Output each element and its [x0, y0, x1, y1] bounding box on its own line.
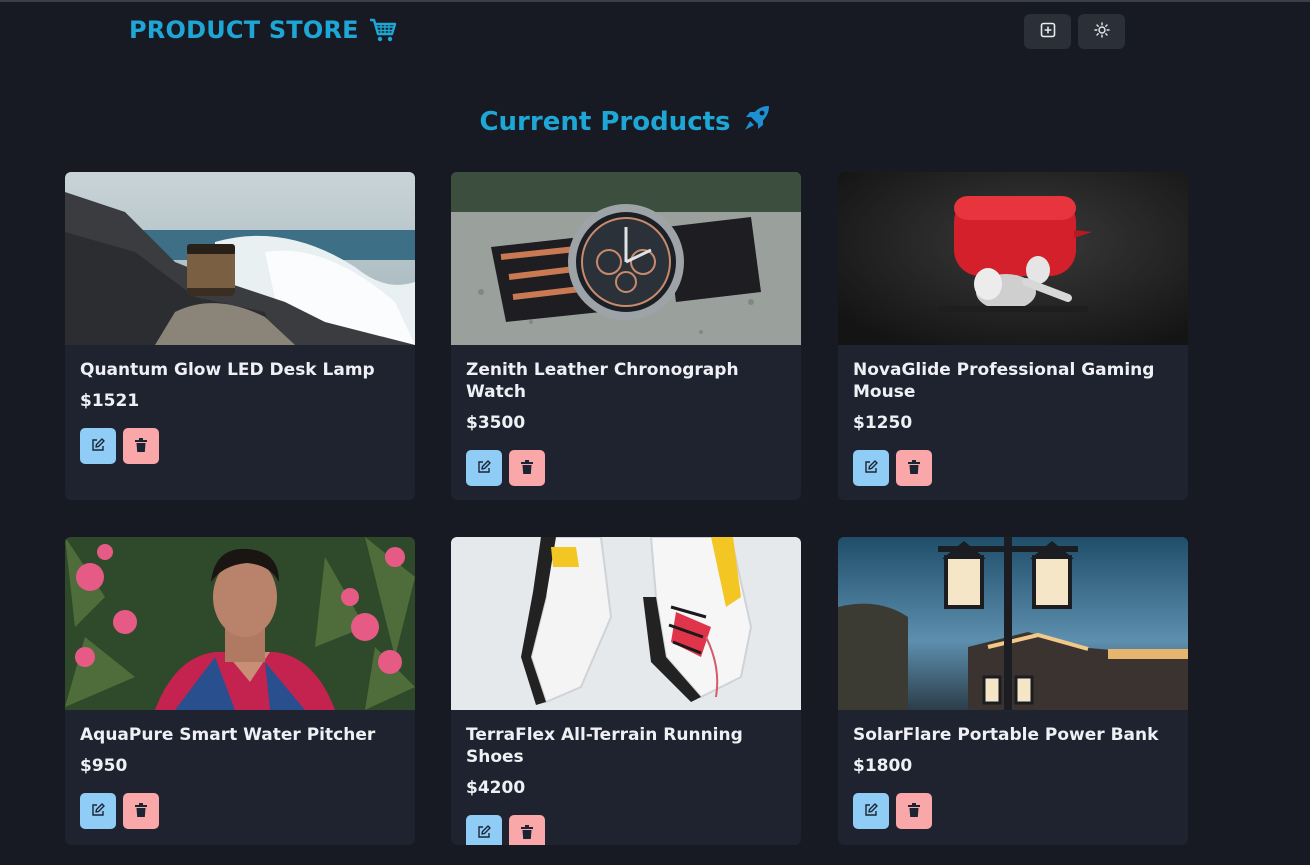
delete-button[interactable]	[123, 793, 159, 829]
edit-icon	[477, 824, 491, 843]
edit-icon	[477, 459, 491, 478]
product-card: Quantum Glow LED Desk Lamp $1521	[65, 172, 415, 500]
product-name: SolarFlare Portable Power Bank	[853, 725, 1159, 745]
navbar: PRODUCT STORE	[0, 0, 1310, 64]
theme-toggle-button[interactable]	[1078, 14, 1125, 49]
delete-button[interactable]	[896, 450, 932, 486]
edit-button[interactable]	[853, 450, 889, 486]
product-name: TerraFlex All-Terrain Running Shoes	[466, 725, 743, 767]
edit-button[interactable]	[466, 815, 502, 845]
cart-icon	[369, 17, 397, 43]
product-price: $1521	[80, 391, 140, 411]
trash-icon	[908, 802, 920, 821]
product-image	[65, 537, 415, 710]
product-name: NovaGlide Professional Gaming Mouse	[853, 360, 1155, 402]
add-product-button[interactable]	[1024, 14, 1071, 49]
product-price: $4200	[466, 778, 526, 798]
brand-link[interactable]: PRODUCT STORE	[129, 16, 397, 44]
edit-button[interactable]	[80, 428, 116, 464]
product-name: AquaPure Smart Water Pitcher	[80, 725, 376, 745]
trash-icon	[908, 459, 920, 478]
edit-button[interactable]	[80, 793, 116, 829]
product-card: TerraFlex All-Terrain Running Shoes $420…	[451, 537, 801, 845]
heading-text: Current Products	[479, 106, 731, 137]
product-card: AquaPure Smart Water Pitcher $950	[65, 537, 415, 845]
page-heading: Current Products	[0, 104, 1250, 139]
edit-icon	[91, 437, 105, 456]
product-image	[451, 537, 801, 710]
product-image	[838, 172, 1188, 345]
product-card: Zenith Leather Chronograph Watch $3500	[451, 172, 801, 500]
edit-icon	[864, 459, 878, 478]
edit-icon	[91, 802, 105, 821]
product-price: $3500	[466, 413, 526, 433]
trash-icon	[135, 437, 147, 456]
rocket-icon	[743, 104, 771, 139]
product-price: $1250	[853, 413, 913, 433]
product-price: $950	[80, 756, 128, 776]
delete-button[interactable]	[509, 815, 545, 845]
product-image	[65, 172, 415, 345]
brand-title: PRODUCT STORE	[129, 16, 359, 44]
plus-square-icon	[1040, 22, 1056, 42]
delete-button[interactable]	[509, 450, 545, 486]
trash-icon	[135, 802, 147, 821]
product-name: Quantum Glow LED Desk Lamp	[80, 360, 375, 380]
product-name: Zenith Leather Chronograph Watch	[466, 360, 739, 402]
sun-icon	[1093, 21, 1110, 42]
product-image	[451, 172, 801, 345]
trash-icon	[521, 459, 533, 478]
edit-button[interactable]	[466, 450, 502, 486]
edit-icon	[864, 802, 878, 821]
product-card: SolarFlare Portable Power Bank $1800	[838, 537, 1188, 845]
product-price: $1800	[853, 756, 913, 776]
edit-button[interactable]	[853, 793, 889, 829]
product-image	[838, 537, 1188, 710]
delete-button[interactable]	[896, 793, 932, 829]
product-card: NovaGlide Professional Gaming Mouse $125…	[838, 172, 1188, 500]
trash-icon	[521, 824, 533, 843]
delete-button[interactable]	[123, 428, 159, 464]
